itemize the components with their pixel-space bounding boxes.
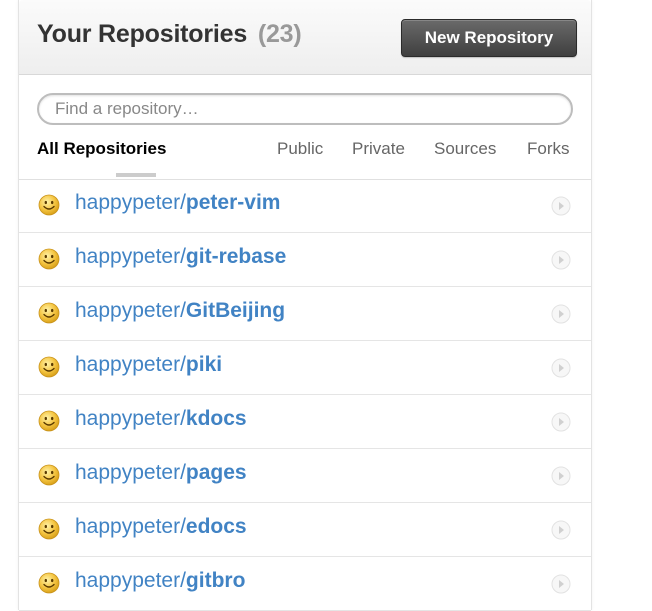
repository-owner: happypeter/	[75, 299, 186, 322]
repository-name: git-rebase	[185, 245, 287, 268]
repository-row[interactable]: happypeter/pages	[19, 449, 591, 503]
repository-name: piki	[185, 353, 223, 376]
filter-bar: All Repositories Public Private Sources …	[19, 139, 591, 179]
chevron-right-icon[interactable]	[551, 358, 571, 378]
smiley-icon	[38, 464, 60, 486]
smiley-icon	[38, 356, 60, 378]
page-title: Your Repositories (23)	[37, 20, 302, 49]
repository-link[interactable]: happypeter/git-rebase	[75, 245, 286, 269]
smiley-icon	[38, 302, 60, 324]
search-area: All Repositories Public Private Sources …	[19, 75, 591, 180]
filter-all-repositories[interactable]: All Repositories	[37, 139, 166, 159]
filter-public[interactable]: Public	[277, 139, 323, 159]
repository-name: kdocs	[185, 407, 247, 430]
filter-forks[interactable]: Forks	[527, 139, 570, 159]
repository-name: peter-vim	[185, 191, 281, 214]
smiley-icon	[38, 518, 60, 540]
title-text: Your Repositories	[37, 20, 248, 48]
repository-row[interactable]: happypeter/kdocs	[19, 395, 591, 449]
smiley-icon	[38, 194, 60, 216]
repository-owner: happypeter/	[75, 515, 186, 538]
repository-row[interactable]: happypeter/piki	[19, 341, 591, 395]
repository-link[interactable]: happypeter/kdocs	[75, 407, 247, 431]
repository-row[interactable]: happypeter/git-rebase	[19, 233, 591, 287]
smiley-icon	[38, 248, 60, 270]
filter-private[interactable]: Private	[352, 139, 405, 159]
repository-name: gitbro	[185, 569, 246, 592]
smiley-icon	[38, 572, 60, 594]
repository-name: GitBeijing	[185, 299, 286, 322]
chevron-right-icon[interactable]	[551, 196, 571, 216]
repository-row[interactable]: happypeter/GitBeijing	[19, 287, 591, 341]
panel-header: Your Repositories (23) New Repository	[19, 0, 591, 75]
repository-list: happypeter/peter-vim happypeter/git-reba…	[19, 179, 591, 611]
repository-owner: happypeter/	[75, 461, 186, 484]
chevron-right-icon[interactable]	[551, 250, 571, 270]
repository-count: (23)	[257, 20, 302, 48]
repository-link[interactable]: happypeter/GitBeijing	[75, 299, 285, 323]
repository-owner: happypeter/	[75, 353, 186, 376]
repository-owner: happypeter/	[75, 569, 186, 592]
repository-name: edocs	[185, 515, 247, 538]
repository-name: pages	[185, 461, 247, 484]
repository-owner: happypeter/	[75, 407, 186, 430]
selected-filter-indicator	[116, 173, 156, 177]
repository-search-input[interactable]	[37, 93, 573, 125]
new-repository-button[interactable]: New Repository	[401, 19, 577, 57]
repository-link[interactable]: happypeter/gitbro	[75, 569, 245, 593]
repository-link[interactable]: happypeter/peter-vim	[75, 191, 280, 215]
repository-link[interactable]: happypeter/pages	[75, 461, 247, 485]
chevron-right-icon[interactable]	[551, 574, 571, 594]
chevron-right-icon[interactable]	[551, 304, 571, 324]
smiley-icon	[38, 410, 60, 432]
repository-link[interactable]: happypeter/piki	[75, 353, 222, 377]
chevron-right-icon[interactable]	[551, 520, 571, 540]
repository-owner: happypeter/	[75, 245, 186, 268]
repository-row[interactable]: happypeter/peter-vim	[19, 179, 591, 233]
chevron-right-icon[interactable]	[551, 412, 571, 432]
repository-owner: happypeter/	[75, 191, 186, 214]
repository-link[interactable]: happypeter/edocs	[75, 515, 247, 539]
repository-row[interactable]: happypeter/edocs	[19, 503, 591, 557]
chevron-right-icon[interactable]	[551, 466, 571, 486]
repository-row[interactable]: happypeter/gitbro	[19, 557, 591, 611]
repositories-panel: Your Repositories (23) New Repository Al…	[18, 0, 592, 611]
filter-sources[interactable]: Sources	[434, 139, 496, 159]
